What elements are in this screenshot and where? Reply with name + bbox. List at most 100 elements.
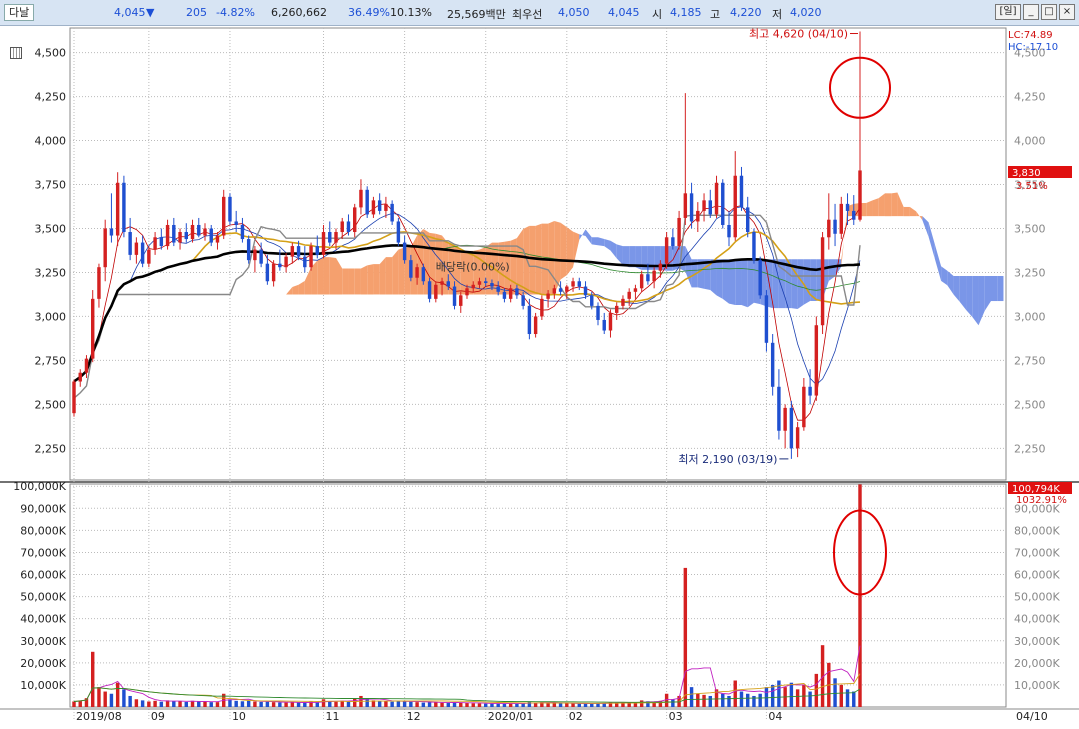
price-tick-label-left: 2,750	[35, 354, 67, 367]
candle-body	[109, 228, 114, 236]
volume-bar	[147, 701, 151, 707]
candle-body	[795, 427, 800, 449]
candle-body	[496, 286, 500, 292]
candle-body	[789, 407, 794, 449]
candle-body	[696, 210, 700, 222]
candle-body	[839, 203, 844, 234]
candle-body	[558, 288, 563, 292]
candle-body	[639, 274, 644, 289]
ichimoku-cloud-segment	[342, 268, 349, 295]
candle-body	[646, 274, 650, 282]
volume-bar	[172, 701, 176, 707]
candle-body	[427, 281, 432, 299]
candle-body	[140, 242, 145, 264]
volume-bar	[115, 682, 120, 707]
x-tick-label: 11	[326, 710, 340, 723]
volume-bar	[839, 684, 844, 707]
volume-bar	[315, 702, 320, 707]
volume-bar	[459, 702, 463, 707]
volume-bar	[103, 691, 107, 707]
candle-body	[577, 281, 582, 287]
volume-bar	[409, 701, 413, 707]
candle-body	[309, 246, 313, 268]
volume-bar	[552, 703, 557, 707]
candle-body	[608, 312, 613, 331]
candle-body	[852, 210, 856, 220]
candle-body	[147, 249, 151, 264]
candle-body	[90, 298, 95, 359]
candle-body	[833, 219, 837, 234]
candle-body	[465, 288, 469, 296]
volume-bar	[739, 691, 744, 707]
candle-body	[234, 221, 238, 225]
ichimoku-cloud-segment	[323, 257, 330, 295]
ichimoku-cloud-segment	[329, 257, 336, 295]
ichimoku-cloud-segment	[373, 264, 380, 295]
calendar-icon[interactable]	[10, 47, 22, 59]
candle-body	[115, 182, 120, 236]
candle-body	[352, 207, 357, 233]
last-price-pct: 3.51%	[1016, 181, 1048, 192]
volume-bar	[583, 703, 588, 707]
candle-body	[490, 283, 494, 287]
candle-body	[346, 221, 351, 233]
volume-bar	[184, 701, 189, 707]
volume-bar	[490, 703, 494, 707]
volume-bar	[246, 700, 251, 707]
candle-body	[228, 196, 232, 222]
candle-body	[452, 286, 457, 306]
x-tick-label: 02	[569, 710, 583, 723]
candle-body	[745, 207, 750, 233]
volume-bar	[178, 701, 182, 707]
candle-body	[334, 232, 338, 243]
volume-bar	[284, 702, 288, 707]
volume-bar	[845, 689, 850, 707]
volume-bar	[296, 702, 301, 707]
candle-body	[565, 286, 569, 292]
volume-bar	[571, 703, 575, 707]
candle-body	[440, 281, 444, 285]
ichimoku-cloud-segment	[360, 265, 368, 295]
candle-body	[172, 224, 176, 243]
high-annotation: 최고 4,620 (04/10)	[749, 28, 848, 41]
candle-body	[178, 232, 182, 243]
volume-bar	[340, 700, 344, 707]
price-volume-chart[interactable]: 4,500 4,5004,250 4,2504,000 4,0003,750 3,750…	[0, 0, 1079, 729]
price-tick-label-left: 2,500	[35, 398, 67, 411]
volume-bar	[708, 695, 713, 707]
volume-bar	[415, 702, 419, 707]
price-tick-label-right: 4,250	[1014, 91, 1046, 104]
candle-body	[858, 170, 862, 220]
candle-body	[708, 200, 713, 215]
candle-body	[97, 267, 101, 299]
candle-body	[689, 193, 694, 222]
ichimoku-cloud-segment	[991, 275, 998, 302]
volume-bar	[515, 703, 519, 707]
candle-body	[409, 260, 413, 278]
price-tick-label-left: 3,750	[35, 179, 67, 192]
candle-body	[758, 260, 762, 296]
volume-bar	[109, 693, 114, 707]
volume-bar	[365, 699, 369, 707]
price-tick-label-right: 2,500	[1014, 398, 1046, 411]
volume-bar	[858, 484, 862, 707]
candle-body	[203, 228, 207, 236]
volume-bar	[384, 701, 388, 707]
volume-bar	[159, 701, 164, 707]
volume-tick-label-right: 40,000K	[1014, 613, 1060, 626]
candle-body	[415, 267, 419, 278]
volume-bar	[696, 693, 700, 707]
price-tick-label-right: 2,750	[1014, 354, 1046, 367]
volume-bar	[496, 703, 500, 707]
volume-bar	[440, 702, 444, 707]
volume-bar	[721, 693, 725, 707]
volume-bar	[134, 699, 139, 707]
volume-bar	[752, 695, 756, 707]
volume-bar	[421, 702, 426, 707]
price-tick-label-left: 3,000	[35, 310, 67, 323]
ichimoku-cloud-segment	[560, 222, 567, 280]
candle-body	[727, 224, 731, 238]
volume-tick-label-left: 30,000K	[20, 635, 66, 648]
price-tick-label-left: 4,250	[35, 91, 67, 104]
volume-bar	[483, 703, 488, 707]
